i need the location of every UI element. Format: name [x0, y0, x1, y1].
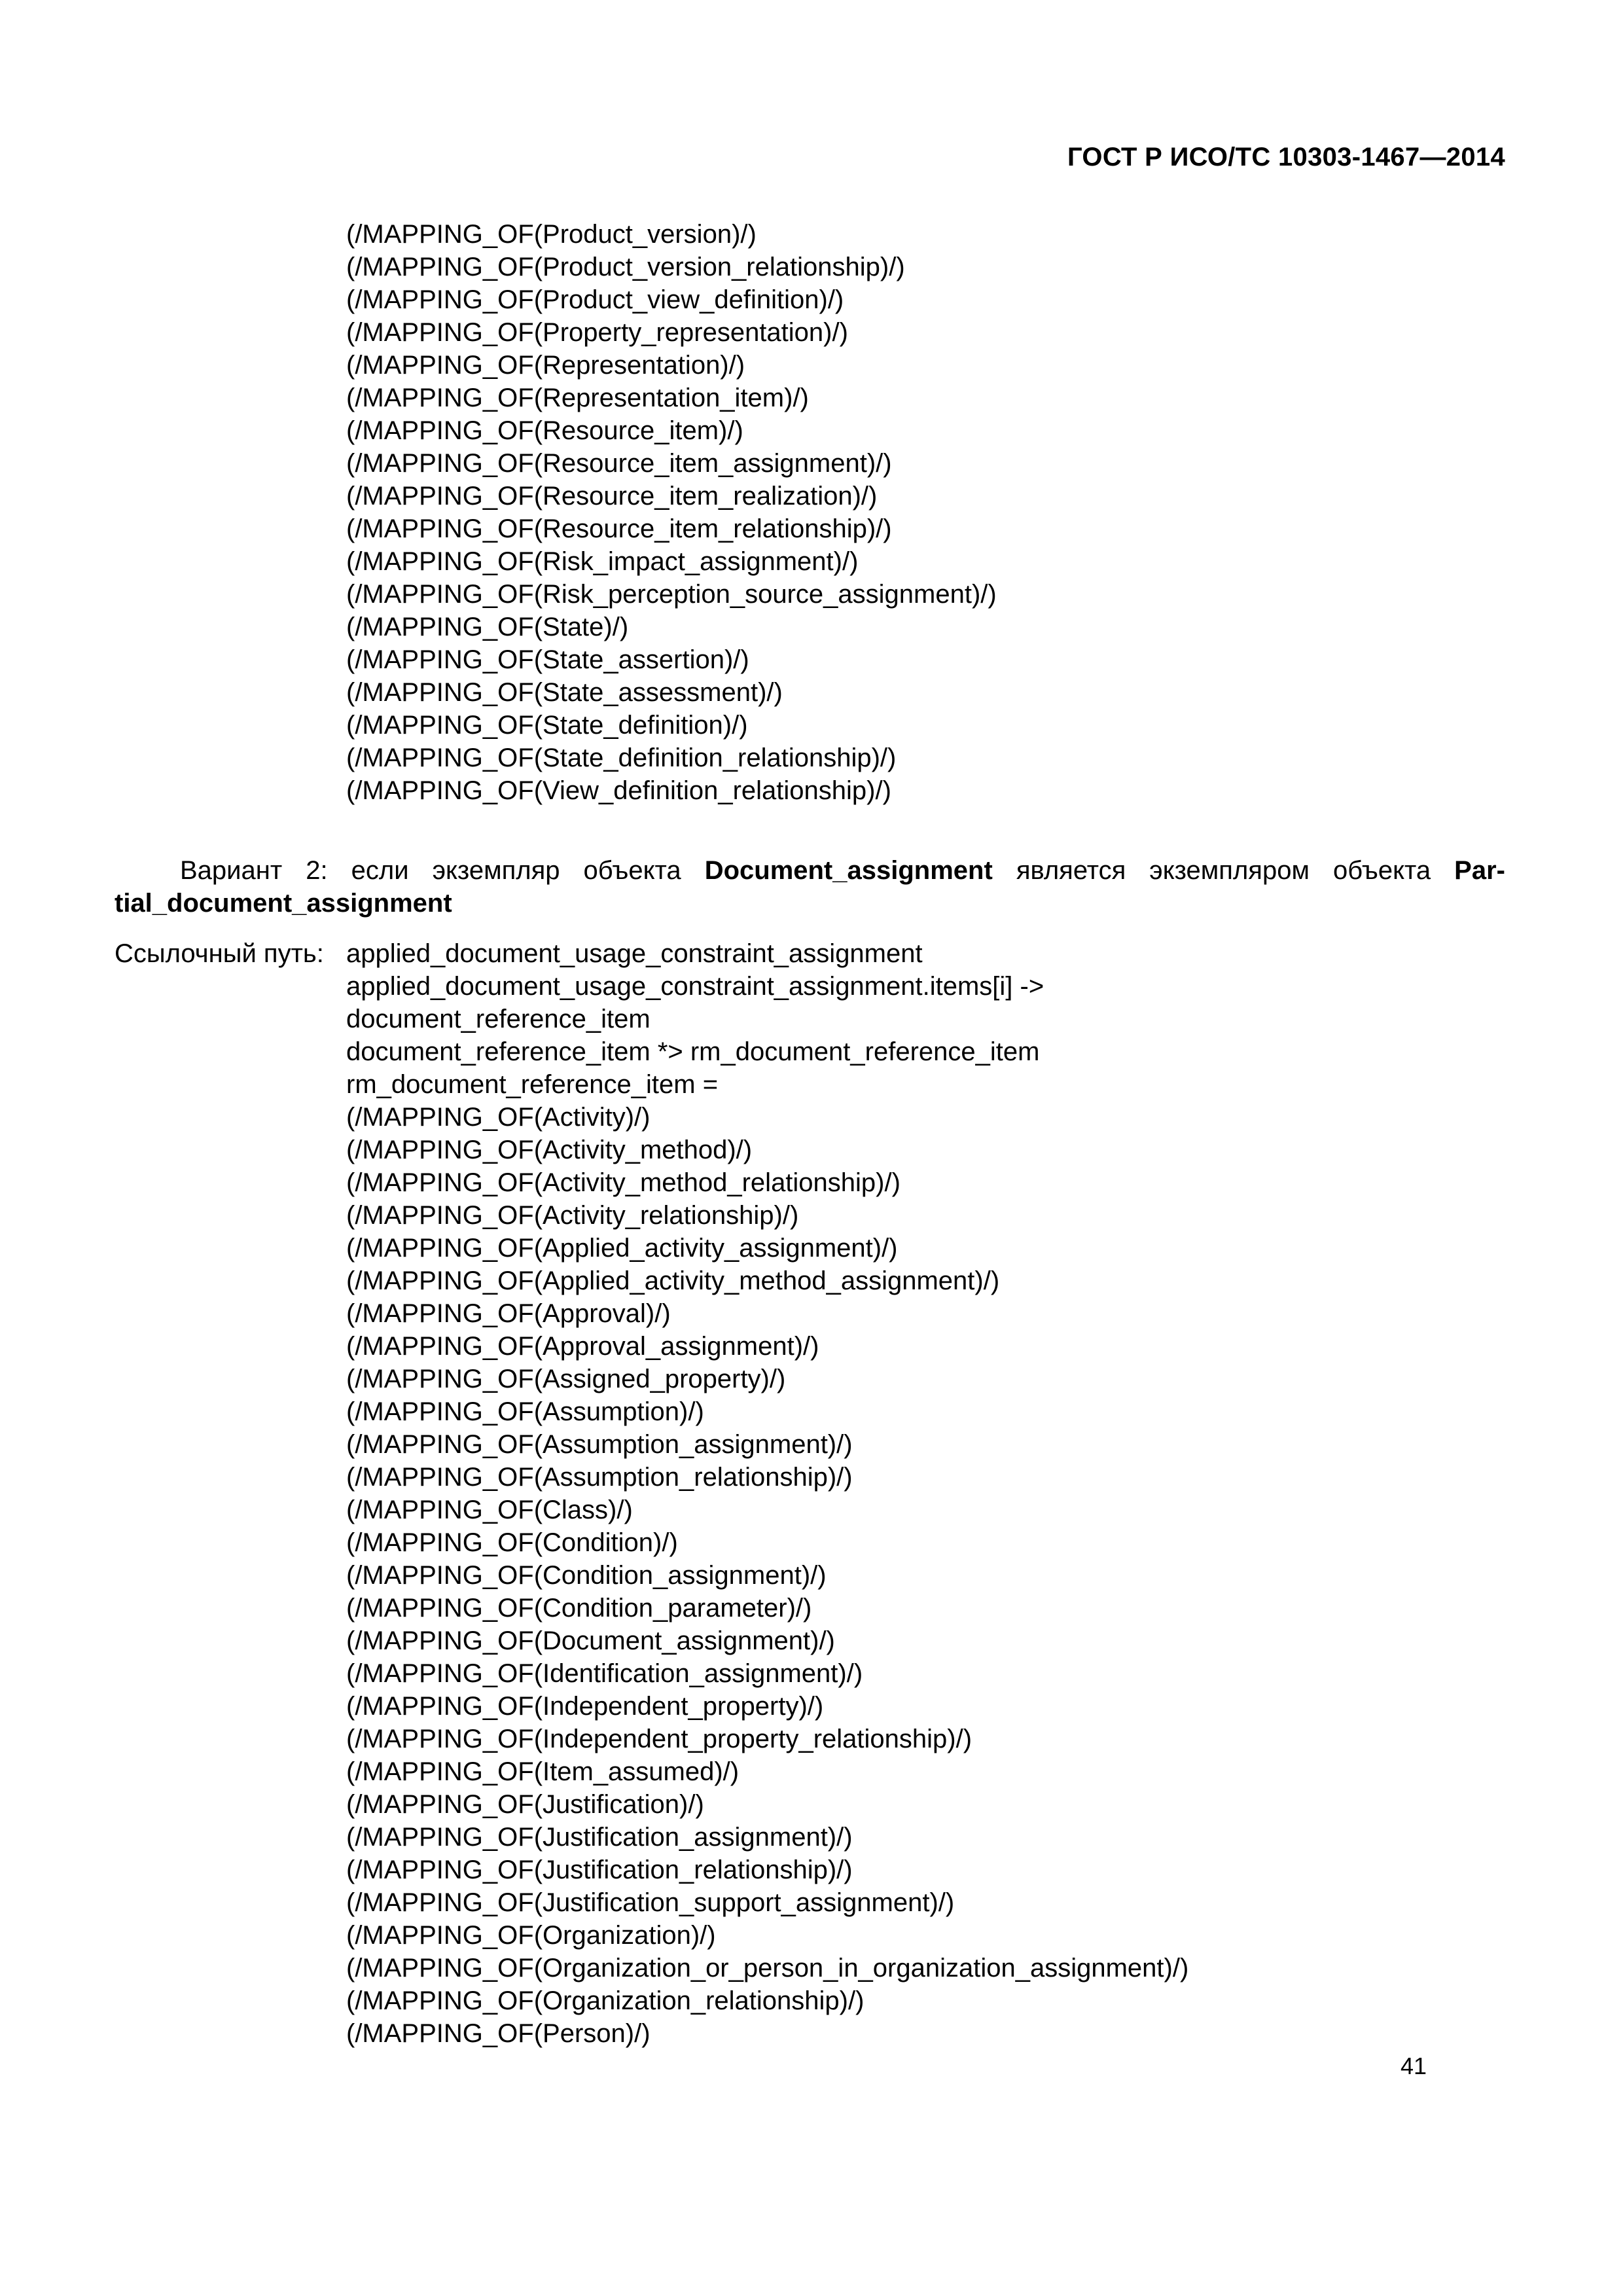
code-line: document_reference_item — [346, 1005, 651, 1033]
code-line: (/MAPPING_OF(Item_assumed)/) — [346, 1757, 740, 1786]
code-line: document_reference_item *> rm_document_r… — [346, 1037, 1040, 1066]
code-line: (/MAPPING_OF(Condition)/) — [346, 1528, 678, 1557]
code-line: (/MAPPING_OF(Organization)/) — [346, 1921, 716, 1950]
code-line: (/MAPPING_OF(Resource_item_relationship)… — [346, 514, 892, 543]
code-line: (/MAPPING_OF(Assumption_relationship)/) — [346, 1463, 853, 1492]
code-line: applied_document_usage_constraint_assign… — [346, 939, 923, 968]
code-line: (/MAPPING_OF(Document_assignment)/) — [346, 1626, 835, 1655]
code-line: (/MAPPING_OF(Condition_assignment)/) — [346, 1561, 827, 1590]
code-line: applied_document_usage_constraint_assign… — [346, 972, 1044, 1001]
code-line: (/MAPPING_OF(Assumption_assignment)/) — [346, 1430, 853, 1459]
code-line: (/MAPPING_OF(Risk_perception_source_assi… — [346, 580, 997, 609]
code-line: (/MAPPING_OF(Representation)/) — [346, 351, 745, 380]
code-line: (/MAPPING_OF(Activity)/) — [346, 1103, 651, 1132]
code-line: (/MAPPING_OF(Condition_parameter)/) — [346, 1594, 812, 1623]
code-line: (/MAPPING_OF(Independent_property)/) — [346, 1692, 824, 1721]
code-line: (/MAPPING_OF(Resource_item)/) — [346, 416, 743, 445]
code-line: (/MAPPING_OF(Applied_activity_method_ass… — [346, 1266, 1000, 1295]
code-line: (/MAPPING_OF(Product_version_relationshi… — [346, 253, 905, 281]
code-line: (/MAPPING_OF(Activity_relationship)/) — [346, 1201, 799, 1230]
code-line: (/MAPPING_OF(Justification_assignment)/) — [346, 1823, 853, 1852]
code-line: (/MAPPING_OF(View_definition_relationshi… — [346, 776, 891, 805]
code-line: (/MAPPING_OF(Approval)/) — [346, 1299, 671, 1328]
code-line: (/MAPPING_OF(Assigned_property)/) — [346, 1365, 786, 1393]
reference-path-section: Ссылочный путь: applied_document_usage_c… — [115, 937, 1188, 2050]
code-line: (/MAPPING_OF(Approval_assignment)/) — [346, 1332, 819, 1361]
variant-paragraph: Вариант 2: если экземпляр объекта Docume… — [115, 854, 1505, 920]
mapping-list-block-one: (/MAPPING_OF(Product_version)/) (/MAPPING… — [346, 218, 997, 807]
code-line: (/MAPPING_OF(Justification_support_assig… — [346, 1888, 955, 1917]
code-line: (/MAPPING_OF(State_assertion)/) — [346, 645, 749, 674]
code-line: (/MAPPING_OF(Risk_impact_assignment)/) — [346, 547, 859, 576]
code-line: (/MAPPING_OF(Organization_or_person_in_o… — [346, 1954, 1189, 1982]
code-line: (/MAPPING_OF(Applied_activity_assignment… — [346, 1234, 898, 1263]
code-line: rm_document_reference_item = — [346, 1070, 719, 1099]
page-number: 41 — [1400, 2053, 1427, 2079]
code-line: (/MAPPING_OF(Activity_method_relationshi… — [346, 1168, 901, 1197]
document-page: ГОСТ Р ИСО/ТС 10303-1467—2014 (/MAPPING_… — [0, 0, 1623, 2296]
code-line: (/MAPPING_OF(Identification_assignment)/… — [346, 1659, 863, 1688]
code-line: (/MAPPING_OF(Property_representation)/) — [346, 318, 848, 347]
reference-path-lines: applied_document_usage_constraint_assign… — [346, 937, 1188, 2050]
code-line: (/MAPPING_OF(Person)/) — [346, 2019, 651, 2048]
code-line: (/MAPPING_OF(Justification)/) — [346, 1790, 704, 1819]
code-line: (/MAPPING_OF(Representation_item)/) — [346, 384, 809, 412]
code-line: (/MAPPING_OF(State_definition)/) — [346, 711, 748, 740]
running-header: ГОСТ Р ИСО/ТС 10303-1467—2014 — [1067, 143, 1505, 171]
code-line: (/MAPPING_OF(Activity_method)/) — [346, 1136, 753, 1164]
code-line: (/MAPPING_OF(State)/) — [346, 613, 629, 641]
code-line: (/MAPPING_OF(Product_version)/) — [346, 220, 757, 249]
code-line: (/MAPPING_OF(Resource_item_assignment)/) — [346, 449, 892, 478]
code-line: (/MAPPING_OF(Class)/) — [346, 1496, 633, 1524]
reference-path-label: Ссылочный путь: — [115, 939, 324, 968]
variant-prefix-text: Вариант 2: если экземпляр объекта — [180, 856, 705, 885]
code-line: (/MAPPING_OF(Independent_property_relati… — [346, 1725, 972, 1753]
code-line: (/MAPPING_OF(Organization_relationship)/… — [346, 1986, 865, 2015]
code-line: (/MAPPING_OF(State_assessment)/) — [346, 678, 783, 707]
code-line: (/MAPPING_OF(Resource_item_realization)/… — [346, 482, 878, 511]
variant-entity-document-assignment: Document_assignment — [704, 856, 993, 885]
code-line: (/MAPPING_OF(State_definition_relationsh… — [346, 744, 897, 772]
code-line: (/MAPPING_OF(Justification_relationship)… — [346, 1856, 853, 1884]
variant-middle-text: является экземпляром объекта — [992, 856, 1455, 885]
code-line: (/MAPPING_OF(Assumption)/) — [346, 1397, 704, 1426]
code-line: (/MAPPING_OF(Product_view_definition)/) — [346, 285, 844, 314]
